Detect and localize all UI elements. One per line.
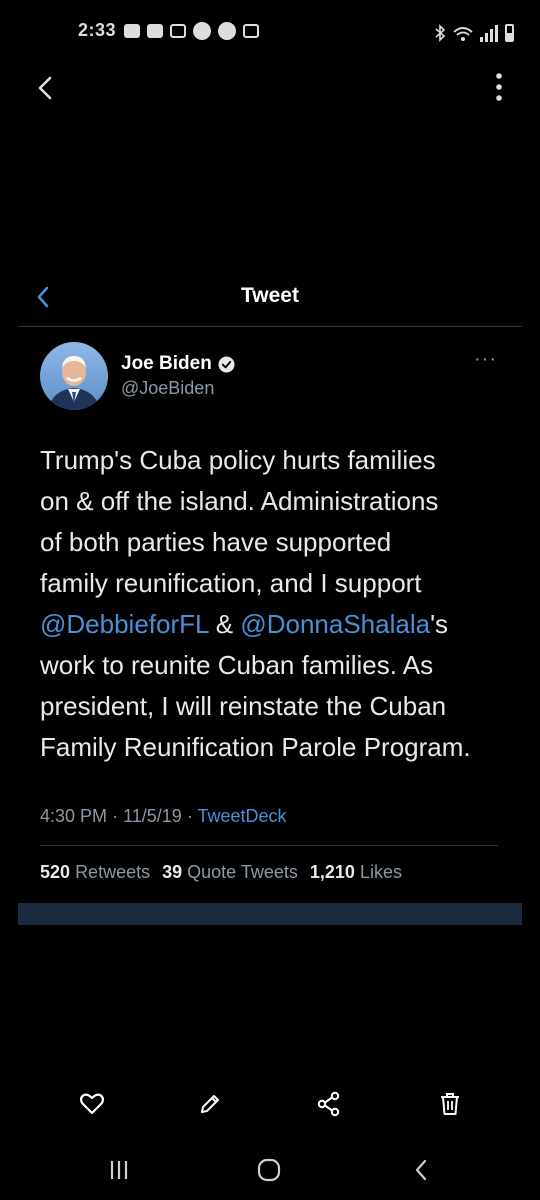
translate-icon: [243, 24, 259, 38]
tweet-meta: 4:30 PM · 11/5/19 · TweetDeck: [40, 806, 287, 826]
mention-donnashalala[interactable]: @DonnaShalala: [240, 609, 430, 639]
recents-icon: [110, 1161, 128, 1179]
edit-button[interactable]: [190, 1084, 230, 1124]
avatar[interactable]: [40, 342, 108, 410]
facebook-icon: [124, 24, 140, 38]
tweet-menu-icon[interactable]: ···: [474, 349, 497, 369]
author-handle[interactable]: @JoeBiden: [121, 378, 214, 399]
tweet-title: Tweet: [241, 284, 299, 307]
quote-tweets-stat[interactable]: 39 Quote Tweets: [162, 862, 298, 883]
likes-stat[interactable]: 1,210 Likes: [310, 862, 402, 883]
home-icon: [257, 1158, 281, 1182]
actions-bar-placeholder: [18, 903, 522, 925]
trash-icon: [441, 1093, 459, 1115]
avatar-image: [40, 342, 108, 410]
tweet-text: Trump's Cuba policy hurts families on & …: [40, 445, 471, 762]
system-back-button[interactable]: [396, 1150, 446, 1190]
wifi-icon: [453, 27, 473, 41]
pencil-icon: [201, 1095, 219, 1113]
heart-icon: [79, 1093, 105, 1115]
mention-debbieforfl[interactable]: @DebbieforFL: [40, 609, 209, 639]
share-icon: [317, 1091, 340, 1117]
system-icons: [434, 20, 514, 42]
media-icon: [218, 22, 236, 40]
tweet-source-link[interactable]: TweetDeck: [197, 806, 286, 826]
chevron-left-icon: [38, 76, 52, 100]
author-name[interactable]: Joe Biden: [121, 353, 212, 375]
retweets-stat[interactable]: 520 Retweets: [40, 862, 150, 883]
back-button[interactable]: [30, 68, 64, 108]
more-options-button[interactable]: [482, 70, 516, 106]
youtube-icon: [147, 24, 163, 38]
bluetooth-icon: [435, 24, 446, 42]
tweet-date: 11/5/19: [123, 806, 182, 826]
favorite-button[interactable]: [72, 1084, 112, 1124]
messenger-icon: [193, 22, 211, 40]
recents-button[interactable]: [94, 1150, 144, 1190]
tweet-time: 4:30 PM: [40, 806, 108, 826]
status-time: 2:33: [78, 20, 117, 40]
back-icon: [415, 1159, 427, 1181]
author-name-row[interactable]: Joe Biden: [121, 353, 235, 375]
app-icon: [170, 24, 186, 38]
tweet-stats: 520 Retweets 39 Quote Tweets 1,210 Likes: [40, 862, 402, 883]
more-vertical-icon: [496, 73, 502, 101]
home-button[interactable]: [244, 1150, 294, 1190]
battery-icon: [505, 24, 514, 42]
share-button[interactable]: [309, 1084, 349, 1124]
delete-button[interactable]: [430, 1084, 470, 1124]
notification-icons: [124, 20, 259, 42]
signal-icon: [480, 24, 498, 42]
verified-badge-icon: [218, 355, 235, 373]
divider: [40, 845, 498, 846]
